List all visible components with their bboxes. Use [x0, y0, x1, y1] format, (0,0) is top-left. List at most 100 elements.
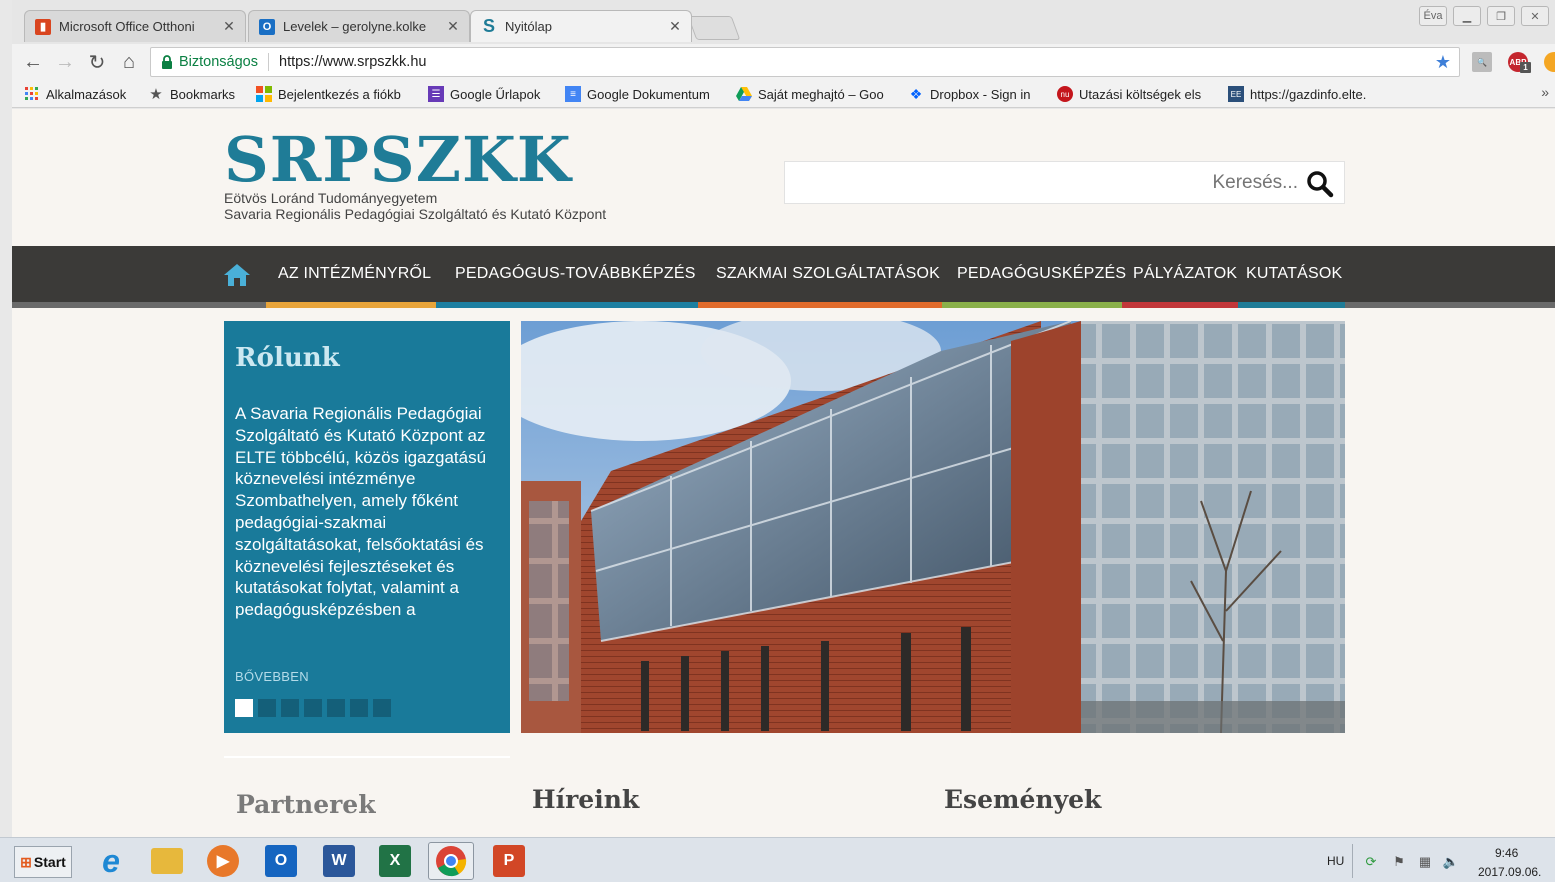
bookmark-gazdinfo[interactable]: EE https://gazdinfo.elte.	[1228, 84, 1386, 104]
volume-icon[interactable]: 🔈	[1442, 854, 1460, 870]
bookmark-label: Bookmarks	[170, 86, 236, 102]
back-button[interactable]: ←	[20, 50, 46, 74]
window-controls: Éva ▁ ❐ ✕	[1419, 6, 1549, 26]
secure-label: Biztonságos	[179, 54, 258, 70]
site-logo[interactable]: SRPSZKK	[224, 127, 572, 193]
bookmark-google-forms[interactable]: ☰ Google Űrlapok	[428, 84, 558, 104]
menu-item-professional-services[interactable]: SZAKMAI SZOLGÁLTATÁSOK	[716, 265, 940, 283]
taskbar-internet-explorer[interactable]: e	[88, 842, 134, 880]
tab-title: Nyitólap	[505, 19, 552, 34]
tab-office[interactable]: ▮ Microsoft Office Otthoni ✕	[24, 10, 246, 42]
menu-stripe-research	[1238, 302, 1345, 308]
news-heading: Híreink	[532, 785, 640, 814]
url-text[interactable]: https://www.srpszkk.hu	[279, 54, 426, 70]
tray-separator	[1352, 844, 1353, 878]
slider-dot[interactable]	[373, 699, 391, 717]
flag-icon[interactable]: ⚑	[1390, 854, 1408, 870]
menu-stripe-about	[266, 302, 436, 308]
new-tab-button[interactable]	[687, 16, 741, 40]
about-text: A Savaria Regionális Pedagógiai Szolgált…	[235, 404, 487, 620]
dropbox-icon: ❖	[909, 85, 923, 102]
network-icon[interactable]: ▦	[1416, 854, 1434, 870]
tab-title: Microsoft Office Otthoni	[59, 19, 195, 34]
gazdinfo-icon: EE	[1228, 86, 1244, 102]
bookmark-label: Dropbox - Sign in	[930, 86, 1031, 102]
bookmark-label: Google Űrlapok	[450, 86, 541, 102]
site-subtitle-university: Eötvös Loránd Tudományegyetem	[224, 190, 438, 206]
srpszkk-favicon: S	[482, 16, 495, 36]
bookmark-bookmarks[interactable]: ★ Bookmarks	[148, 84, 248, 104]
bookmark-google-drive[interactable]: Saját meghajtó – Goo	[736, 84, 898, 104]
restore-button[interactable]: ❐	[1487, 6, 1515, 26]
taskbar-outlook[interactable]: O	[258, 842, 304, 880]
menu-item-tenders[interactable]: PÁLYÁZATOK	[1133, 265, 1237, 283]
slider-dot[interactable]	[281, 699, 299, 717]
apps-grid-icon	[24, 86, 40, 102]
home-icon[interactable]	[223, 263, 251, 287]
slider-dot[interactable]	[350, 699, 368, 717]
site-subtitle-center: Savaria Regionális Pedagógiai Szolgáltat…	[224, 206, 607, 222]
home-button[interactable]: ⌂	[116, 50, 142, 74]
office-icon: ▮	[35, 18, 51, 35]
slider-dot[interactable]	[235, 699, 253, 717]
star-icon: ★	[149, 86, 163, 103]
menu-item-teacher-education[interactable]: PEDAGÓGUSKÉPZÉS	[957, 265, 1126, 283]
close-icon[interactable]: ✕	[443, 18, 463, 35]
close-icon[interactable]: ✕	[665, 18, 685, 35]
reload-button[interactable]: ↻	[84, 50, 110, 74]
bookmark-apps[interactable]: Alkalmazások	[24, 84, 142, 104]
menu-item-research[interactable]: KUTATÁSOK	[1246, 265, 1342, 283]
taskbar-media-player[interactable]: ▶	[200, 842, 246, 880]
taskbar-chrome[interactable]	[428, 842, 474, 880]
chrome-icon	[436, 846, 467, 877]
menu-item-about-institution[interactable]: AZ INTÉZMÉNYRŐL	[278, 265, 431, 283]
bookmark-label: Google Dokumentum	[587, 86, 710, 102]
sync-icon[interactable]: ⟳	[1362, 854, 1380, 870]
slider-dot[interactable]	[304, 699, 322, 717]
bookmark-google-docs[interactable]: ≡ Google Dokumentum	[565, 84, 725, 104]
user-profile-button[interactable]: Éva	[1419, 6, 1447, 26]
extension-icon[interactable]	[1544, 52, 1555, 72]
close-window-button[interactable]: ✕	[1521, 6, 1549, 26]
slider-dot[interactable]	[258, 699, 276, 717]
bookmark-label: https://gazdinfo.elte.	[1250, 86, 1367, 102]
media-player-icon: ▶	[207, 845, 239, 877]
clock-date[interactable]: 2017.09.06.	[1478, 865, 1541, 879]
bookmark-dropbox[interactable]: ❖ Dropbox - Sign in	[908, 84, 1048, 104]
taskbar-file-explorer[interactable]	[144, 842, 190, 880]
search-extension-icon[interactable]: 🔍	[1472, 52, 1492, 72]
bookmark-label: Bejelentkezés a fiókb	[278, 86, 401, 102]
taskbar-word[interactable]: W	[316, 842, 362, 880]
tab-outlook[interactable]: O Levelek – gerolyne.kolke ✕	[248, 10, 470, 42]
search-input[interactable]	[818, 162, 1298, 203]
read-more-link[interactable]: BŐVEBBEN	[235, 669, 309, 684]
slider-pagination	[235, 699, 391, 717]
forward-button[interactable]: →	[52, 50, 78, 74]
excel-icon: X	[379, 845, 411, 877]
minimize-button[interactable]: ▁	[1453, 6, 1481, 26]
internet-explorer-icon: e	[102, 842, 120, 879]
hero-building-image	[521, 321, 1345, 733]
menu-item-teacher-training[interactable]: PEDAGÓGUS-TOVÁBBKÉPZÉS	[455, 265, 696, 283]
language-indicator[interactable]: HU	[1327, 854, 1344, 868]
browser-toolbar: ← → ↻ ⌂ Biztonságos https://www.srpszkk.…	[12, 44, 1555, 80]
close-icon[interactable]: ✕	[219, 18, 239, 35]
search-box	[784, 161, 1345, 204]
outlook-icon: O	[265, 845, 297, 877]
search-icon[interactable]	[1306, 170, 1334, 198]
start-label: Start	[33, 854, 66, 870]
tab-nyitolap[interactable]: S Nyitólap ✕	[470, 10, 692, 42]
slider-dot[interactable]	[327, 699, 345, 717]
bookmark-star-icon[interactable]: ★	[1435, 52, 1451, 73]
more-bookmarks-icon[interactable]: »	[1541, 84, 1549, 100]
bookmarks-bar: Alkalmazások ★ Bookmarks Bejelentkezés a…	[12, 80, 1555, 108]
taskbar-powerpoint[interactable]: P	[486, 842, 532, 880]
bookmark-microsoft-login[interactable]: Bejelentkezés a fiókb	[256, 84, 414, 104]
clock-time[interactable]: 9:46	[1495, 846, 1518, 860]
bookmark-travel-costs[interactable]: nu Utazási költségek els	[1057, 84, 1217, 104]
web-page: SRPSZKK Eötvös Loránd Tudományegyetem Sa…	[12, 109, 1555, 837]
taskbar-excel[interactable]: X	[372, 842, 418, 880]
address-bar[interactable]: Biztonságos https://www.srpszkk.hu ★	[150, 47, 1460, 77]
start-button[interactable]: ⊞ Start	[14, 846, 72, 878]
menu-stripe-training	[436, 302, 698, 308]
